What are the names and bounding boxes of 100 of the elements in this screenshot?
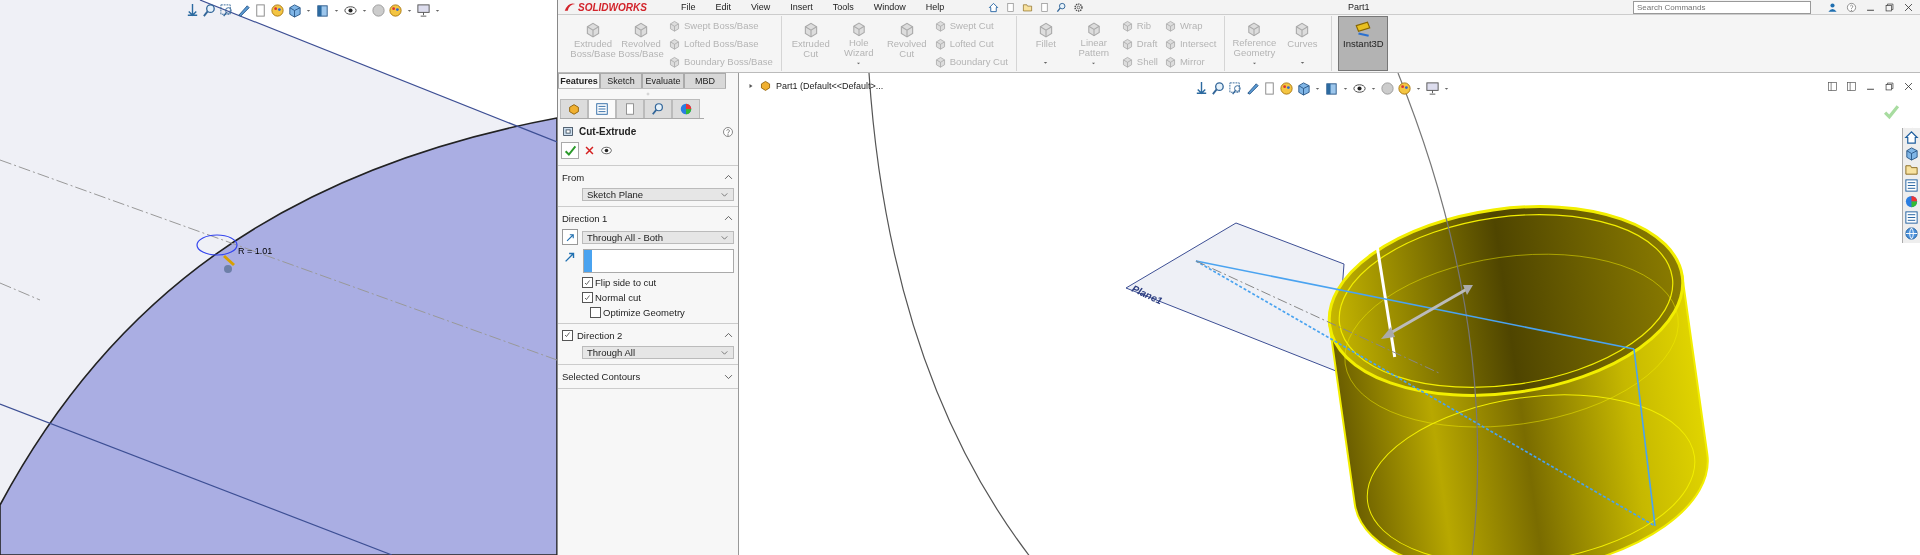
search-field[interactable]: Search Commands: [1633, 0, 1811, 14]
gear-icon[interactable]: [1073, 1, 1085, 13]
help-icon[interactable]: [722, 125, 734, 138]
close-icon: [584, 145, 595, 156]
task-pane-tab[interactable]: [1904, 194, 1919, 209]
eye-icon: [600, 144, 613, 157]
palette-icon[interactable]: [388, 3, 403, 18]
ok-button[interactable]: [561, 142, 579, 159]
axis-arrow-icon[interactable]: [185, 3, 200, 18]
document-icon[interactable]: [1262, 81, 1277, 96]
command-tab[interactable]: Sketch: [600, 73, 642, 88]
section-title[interactable]: Direction 1: [562, 212, 719, 224]
checkbox-label[interactable]: Flip side to cut: [595, 277, 657, 288]
block-icon: [1120, 18, 1134, 32]
panel-tab[interactable]: [644, 99, 672, 118]
block-icon: [668, 55, 681, 69]
dropdown[interactable]: Sketch Plane: [582, 188, 734, 201]
task-pane-tab[interactable]: [1904, 226, 1919, 241]
menu-item[interactable]: Tools: [826, 2, 860, 12]
home-icon: [1904, 130, 1919, 145]
cube-icon[interactable]: [1296, 81, 1311, 96]
preview-button[interactable]: [600, 144, 613, 157]
chevron-down-icon: [720, 190, 729, 199]
task-pane-tab[interactable]: [1904, 130, 1919, 145]
section-title[interactable]: Direction 2: [577, 329, 719, 341]
restore-icon[interactable]: [1884, 1, 1895, 13]
menu-item[interactable]: Insert: [784, 2, 819, 12]
help-icon[interactable]: [1846, 1, 1857, 13]
tree-item[interactable]: Part1 (Default<<Default>...: [776, 80, 884, 91]
task-pane-tab[interactable]: [1904, 210, 1919, 225]
part-icon: [759, 79, 772, 92]
cube-icon[interactable]: [287, 3, 302, 18]
magnifier-icon: [651, 102, 665, 116]
globe-icon: [1904, 226, 1919, 241]
monitor-icon[interactable]: [416, 3, 431, 18]
checkbox[interactable]: [582, 292, 593, 303]
magnifier-icon[interactable]: [202, 3, 217, 18]
list-icon: [1904, 210, 1919, 225]
box-icon[interactable]: [1324, 81, 1339, 96]
arrow-icon: [563, 250, 577, 264]
eye-icon[interactable]: [1352, 81, 1367, 96]
palette-icon[interactable]: [1397, 81, 1412, 96]
restore-icon[interactable]: [1884, 81, 1895, 92]
panel-tab[interactable]: [672, 99, 700, 118]
checkbox-label[interactable]: Normal cut: [595, 292, 641, 303]
command-tab[interactable]: MBD: [684, 73, 726, 88]
menu-item[interactable]: View: [744, 2, 777, 12]
checkbox[interactable]: [582, 277, 593, 288]
ribbon-button[interactable]: Instant3D: [1338, 16, 1389, 71]
section-title[interactable]: Selected Contours: [562, 370, 719, 382]
block-icon: [668, 37, 681, 50]
menu-item[interactable]: Help: [919, 2, 951, 12]
monitor-icon[interactable]: [1425, 81, 1440, 96]
zoom-box-icon[interactable]: [219, 3, 234, 18]
reverse-direction-button[interactable]: [562, 229, 578, 245]
task-pane-tab[interactable]: [1904, 178, 1919, 193]
menu-item[interactable]: File: [674, 2, 702, 12]
task-pane-tab[interactable]: [1904, 162, 1919, 177]
eye-icon[interactable]: [343, 3, 358, 18]
command-tab[interactable]: Features: [558, 73, 600, 88]
block-icon: [1163, 55, 1177, 69]
section-title[interactable]: From: [562, 171, 719, 183]
cancel-button[interactable]: [584, 145, 595, 156]
checkbox[interactable]: [590, 307, 601, 318]
pencil-icon[interactable]: [1245, 81, 1260, 96]
task-pane-tab[interactable]: [1904, 146, 1919, 161]
part-icon: [567, 102, 581, 116]
document-icon: [623, 102, 637, 116]
palette-icon[interactable]: [1279, 81, 1294, 96]
menu-item[interactable]: Edit: [709, 2, 737, 12]
dropdown[interactable]: Through All - Both: [582, 230, 734, 244]
panel-tab[interactable]: [588, 99, 616, 118]
home-icon[interactable]: [988, 1, 1000, 13]
magnifier-icon[interactable]: [1056, 1, 1068, 13]
panel-tab[interactable]: [560, 99, 588, 118]
checkbox-label[interactable]: Optimize Geometry: [603, 307, 685, 318]
dropdown[interactable]: Through All: [582, 346, 734, 359]
close-icon[interactable]: [1903, 81, 1914, 92]
palette-icon[interactable]: [270, 3, 285, 18]
command-tab[interactable]: Evaluate: [642, 73, 684, 88]
checkbox[interactable]: [562, 329, 573, 341]
panel-icon[interactable]: [1846, 81, 1857, 92]
cut-extrude-icon: [562, 125, 575, 138]
panel-icon[interactable]: [1827, 81, 1838, 92]
block-icon: [933, 18, 947, 32]
box-icon[interactable]: [315, 3, 330, 18]
resize-grip-icon[interactable]: [644, 90, 652, 98]
checkmark-icon[interactable]: [1883, 103, 1900, 120]
magnifier-icon[interactable]: [1211, 81, 1226, 96]
block-icon: [1120, 37, 1134, 50]
arrow-icon: [564, 231, 576, 243]
user-icon[interactable]: [1827, 1, 1838, 13]
pencil-icon[interactable]: [236, 3, 251, 18]
pencil-cursor-icon: [223, 254, 235, 273]
close-icon[interactable]: [1903, 1, 1914, 13]
zoom-box-icon[interactable]: [1228, 81, 1243, 96]
axis-arrow-icon[interactable]: [1194, 81, 1209, 96]
panel-tab[interactable]: [616, 99, 644, 118]
block-icon: [668, 18, 681, 32]
menu-item[interactable]: Window: [867, 2, 912, 12]
